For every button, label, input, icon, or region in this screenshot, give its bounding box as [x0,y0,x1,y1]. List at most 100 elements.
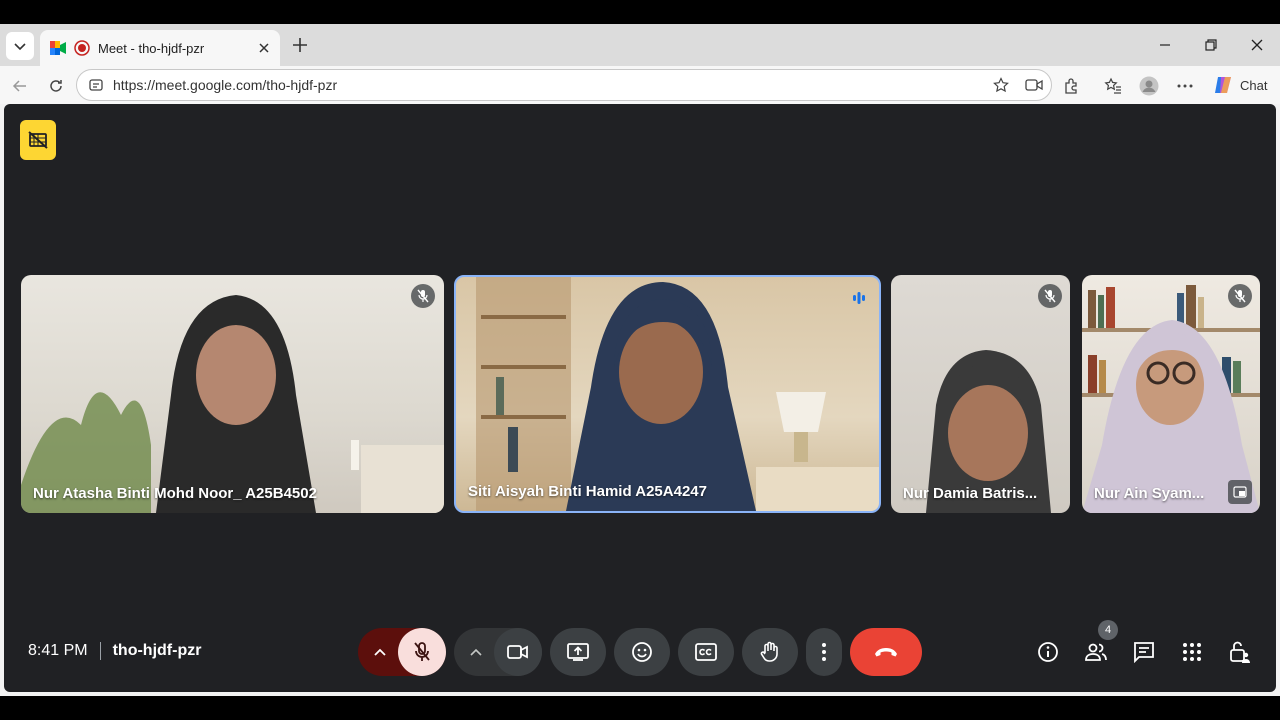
divider [99,642,101,660]
participant-video [1082,285,1260,513]
participant-name: Nur Atasha Binti Mohd Noor_ A25B4502 [33,485,317,502]
host-controls-button[interactable] [1224,636,1256,668]
browser-window: Meet - tho-hjdf-pzr https://meet.google.… [0,24,1280,696]
back-arrow-icon [12,80,26,92]
minimize-icon [1160,44,1170,46]
copilot-chat-button[interactable]: Chat [1206,70,1274,100]
more-options-button[interactable] [806,628,842,676]
url-text[interactable]: https://meet.google.com/tho-hjdf-pzr [113,77,983,93]
speaking-indicator [847,286,871,310]
more-menu-button[interactable] [1171,72,1199,100]
more-vertical-icon [822,643,826,661]
people-icon [1085,643,1107,661]
activities-button[interactable] [1176,636,1208,668]
info-icon [1038,642,1058,662]
tab-list-button[interactable] [6,32,34,60]
mic-toggle-button[interactable] [398,628,446,676]
recording-off-camera-icon [28,131,48,149]
puzzle-icon [1065,78,1077,94]
chat-label: Chat [1240,77,1268,93]
mic-control-group [358,628,446,676]
leave-call-button[interactable] [850,628,922,676]
meeting-info-button[interactable] [1032,636,1064,668]
muted-mic-indicator [1228,284,1252,308]
close-tab-icon[interactable] [258,42,270,54]
lock-person-icon [1230,641,1250,663]
participant-name: Nur Damia Batris... [903,485,1038,502]
reload-button[interactable] [42,72,70,100]
participant-video [926,350,1051,513]
tab-title: Meet - tho-hjdf-pzr [98,40,205,56]
recording-dot-icon [74,40,90,56]
emoji-icon [632,642,652,662]
participant-video [476,277,879,511]
chat-button[interactable] [1128,636,1160,668]
restore-button[interactable] [1196,32,1226,58]
reactions-button[interactable] [614,628,670,676]
audio-options-button[interactable] [358,628,402,676]
muted-mic-indicator [1038,284,1062,308]
participant-tile-active[interactable]: Siti Aisyah Binti Hamid A25A4247 [454,275,881,513]
tab-bar: Meet - tho-hjdf-pzr [0,24,1280,66]
close-icon [1251,39,1263,51]
video-options-button[interactable] [454,628,498,676]
address-bar[interactable]: https://meet.google.com/tho-hjdf-pzr [76,69,1052,101]
favorites-list-icon [1104,77,1121,94]
recording-indicator[interactable] [20,120,56,160]
chevron-up-icon [374,648,386,656]
participant-count-badge: 4 [1098,620,1118,640]
site-info-icon[interactable] [89,78,103,92]
chat-icon [1134,642,1154,663]
reload-icon [50,80,62,92]
avatar-icon [1139,76,1159,96]
muted-mic-indicator [411,284,435,308]
pip-button[interactable] [1228,480,1252,504]
profile-button[interactable] [1135,72,1163,100]
meeting-code: tho-hjdf-pzr [112,642,202,659]
mic-off-icon [1044,289,1056,303]
meet-favicon-icon [50,41,66,55]
participant-name: Siti Aisyah Binti Hamid A25A4247 [468,483,707,500]
apps-grid-icon [1183,643,1201,661]
mic-off-icon [417,289,429,303]
chevron-down-icon [14,43,26,51]
raise-hand-button[interactable] [742,628,798,676]
favorites-button[interactable] [1099,72,1127,100]
video-camera-icon [507,645,528,659]
close-window-button[interactable] [1242,32,1272,58]
mic-off-icon [1234,289,1246,303]
meeting-details: 8:41 PM tho-hjdf-pzr [28,642,201,660]
participant-tile[interactable]: Nur Atasha Binti Mohd Noor_ A25B4502 [21,275,444,513]
people-button[interactable] [1080,636,1112,668]
chevron-up-icon [470,648,482,656]
present-screen-button[interactable] [550,628,606,676]
camera-control-group [454,628,542,676]
back-button[interactable] [6,72,34,100]
participant-name: Nur Ain Syam... [1094,485,1205,502]
meet-stage: Nur Atasha Binti Mohd Noor_ A25B4502 Sit… [4,104,1276,692]
end-call-icon [875,648,897,657]
extensions-button[interactable] [1058,72,1086,100]
participant-tile[interactable]: Nur Damia Batris... [891,275,1070,513]
participant-tile[interactable]: Nur Ain Syam... [1082,275,1260,513]
minimize-button[interactable] [1150,32,1180,58]
raise-hand-icon [760,641,778,662]
current-time: 8:41 PM [28,642,88,659]
present-screen-icon [567,643,589,661]
mic-off-icon [414,642,430,661]
copilot-icon [1215,77,1231,93]
navigation-bar: https://meet.google.com/tho-hjdf-pzr Cha… [0,66,1280,104]
new-tab-button[interactable] [288,33,312,57]
picture-in-picture-icon [1233,486,1247,498]
audio-level-icon [853,292,865,304]
closed-captions-icon [695,643,717,661]
camera-in-use-icon[interactable] [1025,78,1043,92]
tab-meet[interactable]: Meet - tho-hjdf-pzr [40,30,280,66]
more-horizontal-icon [1177,84,1193,88]
restore-icon [1205,39,1217,51]
plus-icon [293,38,307,52]
favorite-star-icon[interactable] [993,77,1009,93]
captions-button[interactable] [678,628,734,676]
camera-toggle-button[interactable] [494,628,542,676]
participant-video [21,295,444,513]
